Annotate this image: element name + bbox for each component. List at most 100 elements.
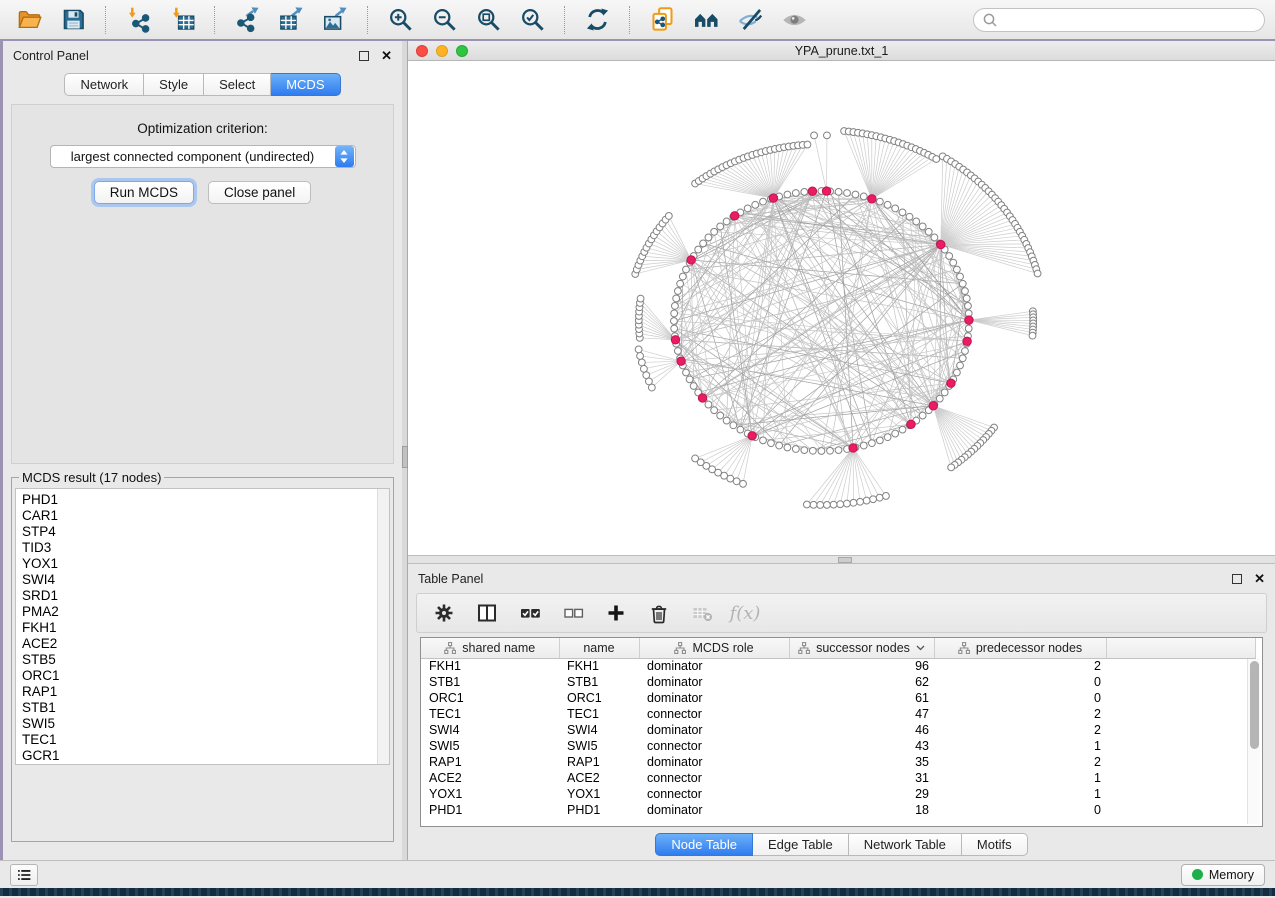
table-cell-name[interactable]: TEC1: [559, 706, 639, 722]
graph-node[interactable]: [671, 318, 678, 325]
table-cell-successor-nodes[interactable]: 31: [789, 770, 934, 786]
graph-node[interactable]: [638, 359, 645, 366]
search-input[interactable]: [1002, 12, 1256, 27]
table-cell-mcds-role[interactable]: connector: [639, 786, 789, 802]
graph-node[interactable]: [870, 496, 877, 503]
graph-node[interactable]: [686, 376, 693, 383]
graph-hub-node[interactable]: [937, 240, 945, 248]
column-header-shared-name[interactable]: shared name: [421, 638, 559, 658]
graph-node[interactable]: [637, 295, 644, 302]
save-session-button[interactable]: [54, 3, 92, 37]
graph-hub-node[interactable]: [731, 212, 739, 220]
table-row[interactable]: RAP1RAP1dominator352: [421, 754, 1256, 770]
graph-node[interactable]: [717, 412, 724, 419]
graph-node[interactable]: [931, 234, 938, 241]
table-cell-successor-nodes[interactable]: 18: [789, 802, 934, 818]
zoom-out-button[interactable]: [425, 3, 463, 37]
zoom-selected-button[interactable]: [513, 3, 551, 37]
graph-node[interactable]: [671, 325, 678, 332]
graph-node[interactable]: [857, 498, 864, 505]
graph-node[interactable]: [801, 447, 808, 454]
graph-node[interactable]: [959, 280, 966, 287]
graph-node[interactable]: [860, 442, 867, 449]
graph-node[interactable]: [817, 502, 824, 509]
mcds-result-item[interactable]: STB1: [22, 700, 389, 716]
network-canvas[interactable]: [408, 61, 1275, 555]
graph-node[interactable]: [844, 190, 851, 197]
splitter-grip[interactable]: [402, 446, 408, 468]
tab-select[interactable]: Select: [204, 73, 271, 96]
graph-node[interactable]: [868, 440, 875, 447]
graph-node[interactable]: [950, 259, 957, 266]
graph-node[interactable]: [635, 346, 642, 353]
graph-node[interactable]: [1034, 270, 1041, 277]
graph-hub-node[interactable]: [677, 357, 685, 365]
graph-node[interactable]: [695, 246, 702, 253]
table-cell-predecessor-nodes[interactable]: 1: [934, 770, 1106, 786]
graph-node[interactable]: [919, 412, 926, 419]
graph-node[interactable]: [962, 348, 969, 355]
graph-node[interactable]: [843, 500, 850, 507]
table-cell-predecessor-nodes[interactable]: 2: [934, 658, 1106, 674]
graph-node[interactable]: [673, 295, 680, 302]
column-header-predecessor-nodes[interactable]: predecessor nodes: [934, 638, 1106, 658]
graph-node[interactable]: [948, 464, 955, 471]
graph-node[interactable]: [919, 223, 926, 230]
table-row[interactable]: SWI4SWI4dominator462: [421, 722, 1256, 738]
table-cell-predecessor-nodes[interactable]: 2: [934, 754, 1106, 770]
graph-node[interactable]: [863, 497, 870, 504]
graph-node[interactable]: [876, 494, 883, 501]
graph-node[interactable]: [665, 213, 672, 220]
graph-node[interactable]: [876, 437, 883, 444]
graph-node[interactable]: [637, 353, 644, 360]
memory-button[interactable]: Memory: [1181, 864, 1265, 886]
table-cell-successor-nodes[interactable]: 46: [789, 722, 934, 738]
graph-node[interactable]: [643, 372, 650, 379]
table-cell-mcds-role[interactable]: connector: [639, 706, 789, 722]
graph-node[interactable]: [883, 493, 890, 500]
show-task-history-button[interactable]: [10, 864, 38, 886]
table-cell-shared-name[interactable]: SWI5: [421, 738, 559, 754]
graph-node[interactable]: [677, 280, 684, 287]
graph-hub-node[interactable]: [849, 444, 857, 452]
graph-node[interactable]: [711, 407, 718, 414]
zoom-fit-button[interactable]: [469, 3, 507, 37]
table-cell-predecessor-nodes[interactable]: 2: [934, 722, 1106, 738]
table-cell-mcds-role[interactable]: connector: [639, 770, 789, 786]
mcds-result-item[interactable]: STP4: [22, 524, 389, 540]
graph-node[interactable]: [892, 430, 899, 437]
table-cell-mcds-role[interactable]: dominator: [639, 690, 789, 706]
table-cell-mcds-role[interactable]: dominator: [639, 802, 789, 818]
table-cell-successor-nodes[interactable]: 96: [789, 658, 934, 674]
graph-node[interactable]: [705, 401, 712, 408]
graph-node[interactable]: [852, 191, 859, 198]
graph-node[interactable]: [818, 448, 825, 455]
table-cell-predecessor-nodes[interactable]: 1: [934, 738, 1106, 754]
graph-node[interactable]: [672, 303, 679, 310]
graph-hub-node[interactable]: [698, 394, 706, 402]
graph-node[interactable]: [740, 480, 747, 487]
run-mcds-button[interactable]: Run MCDS: [94, 181, 194, 204]
select-all-columns-button[interactable]: [513, 597, 547, 629]
table-row[interactable]: YOX1YOX1connector291: [421, 786, 1256, 802]
table-row[interactable]: PHD1PHD1dominator180: [421, 802, 1256, 818]
graph-node[interactable]: [683, 266, 690, 273]
horizontal-splitter[interactable]: [408, 555, 1275, 564]
mcds-result-item[interactable]: STB5: [22, 652, 389, 668]
table-cell-successor-nodes[interactable]: 62: [789, 674, 934, 690]
table-cell-name[interactable]: ORC1: [559, 690, 639, 706]
graph-node[interactable]: [801, 188, 808, 195]
tab-motifs[interactable]: Motifs: [962, 833, 1028, 856]
duplicate-network-button[interactable]: [643, 3, 681, 37]
mcds-result-item[interactable]: PMA2: [22, 604, 389, 620]
float-panel-icon[interactable]: [1232, 574, 1242, 584]
close-panel-icon[interactable]: ✕: [1254, 574, 1265, 584]
column-header-mcds-role[interactable]: MCDS role: [639, 638, 789, 658]
import-table-button[interactable]: [163, 3, 201, 37]
graph-node[interactable]: [827, 447, 834, 454]
table-cell-shared-name[interactable]: SWI4: [421, 722, 559, 738]
mcds-result-item[interactable]: ORC1: [22, 668, 389, 684]
criterion-select[interactable]: largest connected component (undirected): [50, 145, 356, 168]
graph-node[interactable]: [963, 295, 970, 302]
close-panel-button[interactable]: Close panel: [208, 181, 311, 204]
